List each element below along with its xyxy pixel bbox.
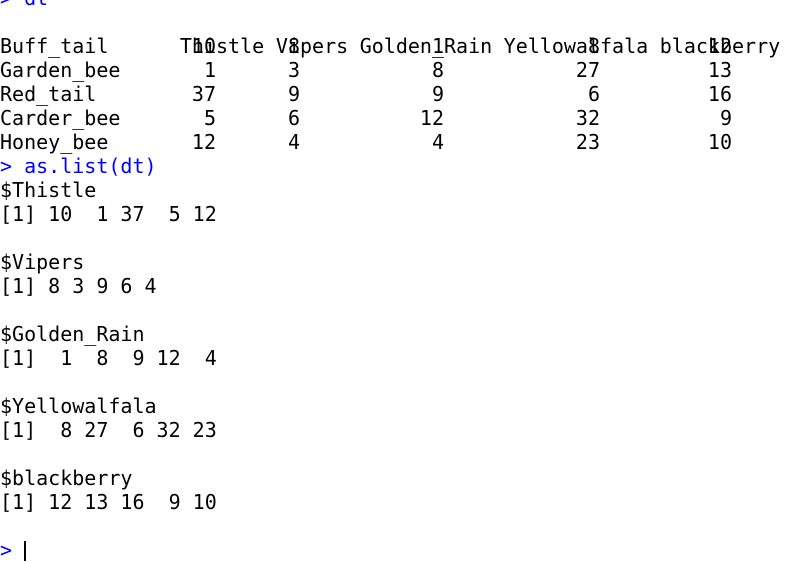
prompt: > bbox=[0, 538, 13, 562]
list-element-name: $Yellowalfala bbox=[0, 394, 157, 418]
cell: 8 bbox=[587, 34, 600, 58]
prompt: > bbox=[0, 154, 13, 178]
cell: 10 bbox=[191, 34, 216, 58]
list-element-values: [1] 12 13 16 9 10 bbox=[0, 490, 217, 514]
cell: 8 bbox=[431, 58, 444, 82]
table-header-row: Thistle Vipers Golden_Rain Yellowalfala blac… bbox=[0, 10, 788, 58]
list-element-name: $Vipers bbox=[0, 250, 85, 274]
table-row: Garden_bee 1 3 8 27 13 bbox=[0, 58, 788, 82]
cell: 37 bbox=[191, 82, 216, 106]
command-line: > dt bbox=[0, 0, 788, 10]
row-name: Buff_tail bbox=[0, 34, 109, 58]
command-line: > as.list(dt) bbox=[0, 154, 788, 178]
row-name: Carder_bee bbox=[0, 106, 121, 130]
cell: 1 bbox=[203, 58, 216, 82]
cell: 12 bbox=[191, 130, 216, 154]
cell: 27 bbox=[575, 58, 600, 82]
command-text: as.list(dt) bbox=[24, 154, 157, 178]
cell: 5 bbox=[203, 106, 216, 130]
list-element-name: $Golden_Rain bbox=[0, 322, 145, 346]
cell: 9 bbox=[719, 106, 732, 130]
cell: 4 bbox=[287, 130, 300, 154]
cell: 3 bbox=[287, 58, 300, 82]
cell: 6 bbox=[287, 106, 300, 130]
cell: 1 bbox=[431, 34, 444, 58]
cell: 6 bbox=[587, 82, 600, 106]
row-name: Garden_bee bbox=[0, 58, 121, 82]
cell: 16 bbox=[707, 82, 732, 106]
row-name: Red_tail bbox=[0, 82, 97, 106]
list-element-values: [1] 8 3 9 6 4 bbox=[0, 274, 157, 298]
cell: 8 bbox=[287, 34, 300, 58]
table-row: Buff_tail 10 8 1 8 12 bbox=[0, 34, 788, 58]
table-row: Carder_bee 5 6 12 32 9 bbox=[0, 106, 788, 130]
cell: 4 bbox=[431, 130, 444, 154]
cell: 23 bbox=[575, 130, 600, 154]
r-console: > dt ThistleVipersGolden_RainYellowalfal… bbox=[0, 0, 788, 562]
table-row: Honey_bee 12 4 4 23 10 bbox=[0, 130, 788, 154]
cell: 9 bbox=[431, 82, 444, 106]
command-text: dt bbox=[24, 0, 48, 10]
cell: 10 bbox=[707, 130, 732, 154]
cell: 12 bbox=[707, 34, 732, 58]
list-element-values: [1] 1 8 9 12 4 bbox=[0, 346, 217, 370]
list-element-values: [1] 8 27 6 32 23 bbox=[0, 418, 217, 442]
text-cursor bbox=[24, 541, 27, 561]
cell: 13 bbox=[707, 58, 732, 82]
cell: 32 bbox=[575, 106, 600, 130]
table-row: Red_tail 37 9 9 6 16 bbox=[0, 82, 788, 106]
list-element-name: $blackberry bbox=[0, 466, 133, 490]
row-name: Honey_bee bbox=[0, 130, 109, 154]
cell: 12 bbox=[419, 106, 444, 130]
cell: 9 bbox=[287, 82, 300, 106]
prompt: > bbox=[0, 0, 12, 10]
list-element-values: [1] 10 1 37 5 12 bbox=[0, 202, 217, 226]
active-prompt-line[interactable]: > bbox=[0, 538, 788, 562]
list-element-name: $Thistle bbox=[0, 178, 97, 202]
